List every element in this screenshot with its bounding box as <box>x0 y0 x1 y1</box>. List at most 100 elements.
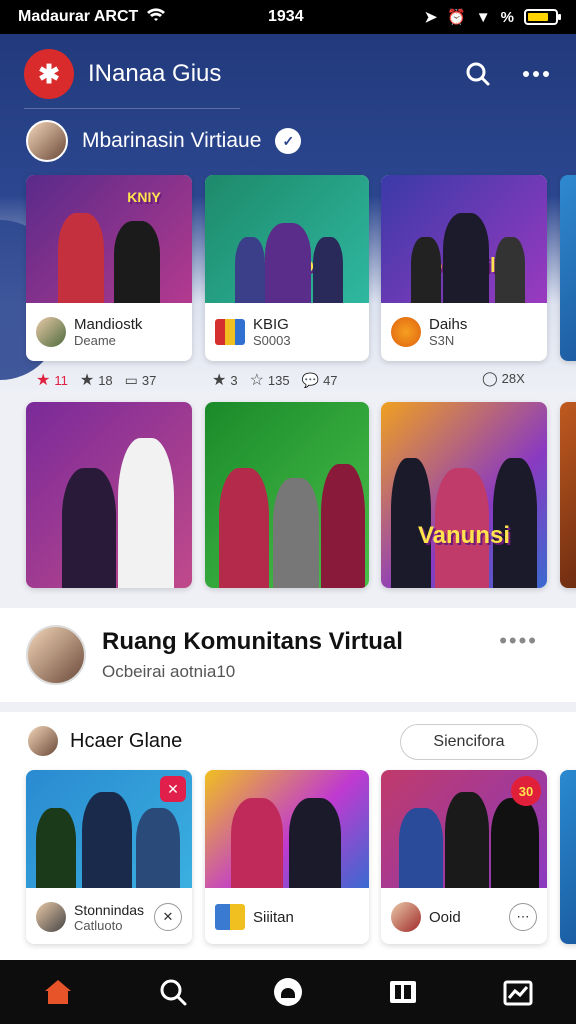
section-label: Hcaer Glane <box>70 729 183 752</box>
content-card[interactable]: ✕ Stonnindas Catluoto ✕ <box>26 770 192 944</box>
person-figure <box>411 237 441 303</box>
card-thumbnail: YNDEINORS <box>205 175 369 303</box>
chat-icon: ▭ <box>124 371 138 388</box>
nav-search-icon[interactable] <box>153 972 193 1012</box>
content-card[interactable] <box>26 402 192 588</box>
creator-avatar <box>36 902 66 932</box>
person-figure <box>82 792 132 888</box>
section-avatar <box>26 724 60 758</box>
person-figure <box>62 468 116 588</box>
card-thumbnail: KNIY <box>26 175 192 303</box>
content-card[interactable]: KNIY Mandiostk Deame <box>26 175 192 361</box>
community-title: Ruang Komunitans Virtual <box>102 628 403 655</box>
star-icon: ★ <box>36 372 51 389</box>
content-card[interactable]: Siiitan <box>205 770 369 944</box>
game-icon <box>215 904 245 930</box>
card-thumbnail <box>205 770 369 888</box>
content-card-partial[interactable] <box>560 175 576 361</box>
stat-item: ★ 3 <box>212 370 238 390</box>
person-figure <box>445 792 489 888</box>
section-hcaer-glane: Hcaer Glane Siencifora ✕ Stonnindas Catl… <box>0 712 576 960</box>
person-figure <box>273 478 319 588</box>
community-banner[interactable]: Ruang Komunitans Virtual Ocbeirai aotnia… <box>0 608 576 702</box>
card-title: Daihs <box>429 316 468 333</box>
person-figure <box>231 798 283 888</box>
content-card[interactable]: 30 Ooid ⋯ <box>381 770 547 944</box>
creator-avatar <box>36 317 66 347</box>
nav-community-icon[interactable] <box>268 972 308 1012</box>
star-outline-icon: ★ <box>79 372 95 389</box>
profile-row[interactable]: Mbarinasin Virtiaue ✓ <box>26 120 302 162</box>
person-figure <box>491 798 539 888</box>
content-card[interactable] <box>205 402 369 588</box>
more-options-icon[interactable] <box>520 58 552 90</box>
card-subtitle: Deame <box>74 333 116 348</box>
stat-value: 11 <box>54 372 68 388</box>
card-meta: Daihs S3N <box>381 303 547 361</box>
creator-avatar <box>391 317 421 347</box>
card-thumbnail <box>26 402 192 588</box>
person-figure <box>321 464 365 588</box>
battery-percent: % <box>500 8 514 26</box>
status-bar: Madaurar ARCT 1934 ➤ ⏰ ▼ % <box>0 0 576 34</box>
card-thumbnail: 30 <box>381 770 547 888</box>
person-figure <box>114 221 160 303</box>
profile-name: Mbarinasin Virtiaue <box>82 129 262 152</box>
app-logo-icon[interactable]: ✱ <box>24 49 74 99</box>
card-thumbnail: Nomunilis <box>381 175 547 303</box>
section-action-button[interactable]: Siencifora <box>400 724 538 760</box>
section-header: Hcaer Glane <box>26 724 182 758</box>
battery-fill <box>528 13 548 21</box>
stat-value: 18 <box>98 372 113 388</box>
card-title: Siiitan <box>253 908 294 926</box>
app-header: ✱ INanaa Gius <box>0 44 576 104</box>
card-subtitle: S0003 <box>253 333 291 348</box>
stat-value: 135 <box>267 372 290 388</box>
comment-icon: 💬 <box>301 371 320 388</box>
alarm-icon: ⏰ <box>447 9 466 26</box>
card-badge: Vanunsi <box>417 522 511 549</box>
stat-value: 47 <box>323 372 338 388</box>
game-icon <box>215 319 245 345</box>
person-figure <box>399 808 443 888</box>
card-title: Ooid <box>429 908 461 926</box>
stat-item: ★ 18 <box>80 370 113 390</box>
battery-icon <box>524 9 561 25</box>
community-subtitle: Ocbeirai aotnia10 <box>102 662 236 681</box>
content-card[interactable]: Vanunsi <box>381 402 547 588</box>
content-card-partial[interactable] <box>560 402 576 588</box>
stat-item: ★ 11 <box>36 370 68 390</box>
header-divider <box>24 108 240 109</box>
content-card-partial[interactable] <box>560 770 576 944</box>
stat-item: ◯ 28X <box>482 370 525 387</box>
search-icon[interactable] <box>462 58 494 90</box>
stat-item: ☆ 135 <box>250 370 290 390</box>
card-thumbnail <box>205 402 369 588</box>
app-title: INanaa Gius <box>88 60 222 87</box>
profile-avatar <box>26 120 68 162</box>
more-options-icon[interactable]: •••• <box>499 628 538 654</box>
content-card[interactable]: YNDEINORS KBIG S0003 <box>205 175 369 361</box>
card-meta: Stonnindas Catluoto ✕ <box>26 888 192 944</box>
card-badge: KNIY <box>127 189 161 205</box>
close-icon[interactable]: ✕ <box>160 776 186 802</box>
nav-library-icon[interactable] <box>383 972 423 1012</box>
person-figure <box>313 237 343 303</box>
nav-home-icon[interactable] <box>38 972 78 1012</box>
location-icon: ➤ <box>424 9 438 26</box>
stats-row-card3: ◯ 28X <box>482 370 525 387</box>
badge-icon: 30 <box>511 776 541 806</box>
more-icon[interactable]: ⋯ <box>509 903 537 931</box>
stat-item: ▭ 37 <box>125 372 157 389</box>
stat-value: 37 <box>141 372 157 388</box>
dismiss-icon[interactable]: ✕ <box>154 903 182 931</box>
stat-value: 3 <box>230 372 238 388</box>
person-figure <box>136 808 180 888</box>
wifi-icon <box>146 7 166 27</box>
card-meta: KBIG S0003 <box>205 303 369 361</box>
card-subtitle: S3N <box>429 333 455 348</box>
card-meta: Siiitan <box>205 888 369 944</box>
nav-stats-icon[interactable] <box>498 972 538 1012</box>
person-figure <box>495 237 525 303</box>
content-card[interactable]: Nomunilis Daihs S3N <box>381 175 547 361</box>
